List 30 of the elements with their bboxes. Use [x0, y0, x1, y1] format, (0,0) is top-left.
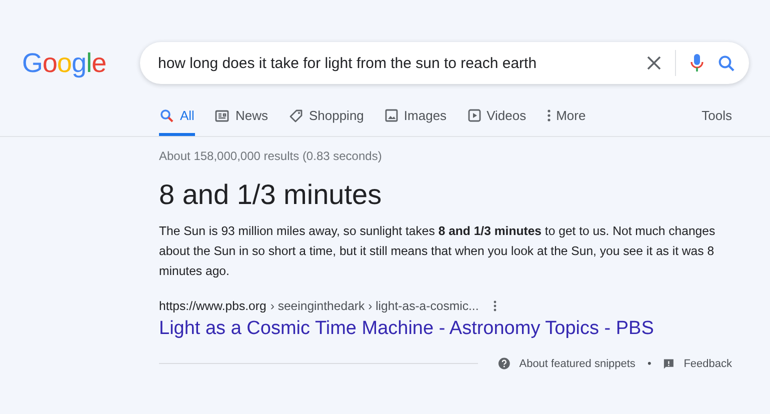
search-icon[interactable] — [718, 54, 735, 72]
separator-dot: • — [647, 358, 652, 370]
tag-icon — [288, 108, 303, 122]
tab[interactable]: More — [546, 108, 587, 136]
feedback-link[interactable]: Feedback — [684, 358, 732, 370]
answer-heading: 8 and 1/3 minutes — [159, 178, 383, 212]
result-url: https://www.pbs.org — [159, 299, 266, 313]
close-icon[interactable] — [647, 56, 661, 70]
tab[interactable]: Shopping — [288, 108, 365, 136]
play-icon — [468, 109, 481, 122]
search-field[interactable]: how long does it take for light from the sun to reach earth — [158, 52, 647, 74]
more-dots-icon[interactable] — [492, 300, 497, 312]
image-icon — [384, 109, 398, 122]
tab[interactable]: All — [159, 108, 196, 136]
breadcrumb-path: › seeinginthedark › light-as-a-cosmic... — [270, 299, 479, 313]
tools-button[interactable]: Tools — [702, 108, 732, 136]
tab[interactable]: News — [214, 108, 269, 136]
help-icon[interactable] — [498, 357, 510, 370]
more-dots-icon — [547, 109, 552, 122]
tab[interactable]: Images — [384, 108, 448, 136]
result-stats: About 158,000,000 results (0.83 seconds) — [159, 149, 383, 163]
microphone-icon[interactable] — [690, 53, 704, 73]
tab[interactable]: Videos — [466, 108, 528, 136]
about-snippets-link[interactable]: About featured snippets — [519, 358, 636, 370]
result-title-link[interactable]: Light as a Cosmic Time Machine - Astronomy Topics - PBS — [159, 317, 654, 341]
feedback-icon[interactable] — [663, 358, 675, 370]
newspaper-icon — [215, 110, 230, 122]
snippet-text: The Sun is 93 million miles away, so sunlight takes 8 and 1/3 minutes to get to us. Not much changes about the Sun in so short a time, but it still means that when you look at the Sun, you see it as it was 8 minutes ago. — [159, 223, 716, 280]
search-bar[interactable]: how long does it take for light from the sun to reach earth — [140, 42, 749, 84]
search-icon — [160, 108, 174, 122]
